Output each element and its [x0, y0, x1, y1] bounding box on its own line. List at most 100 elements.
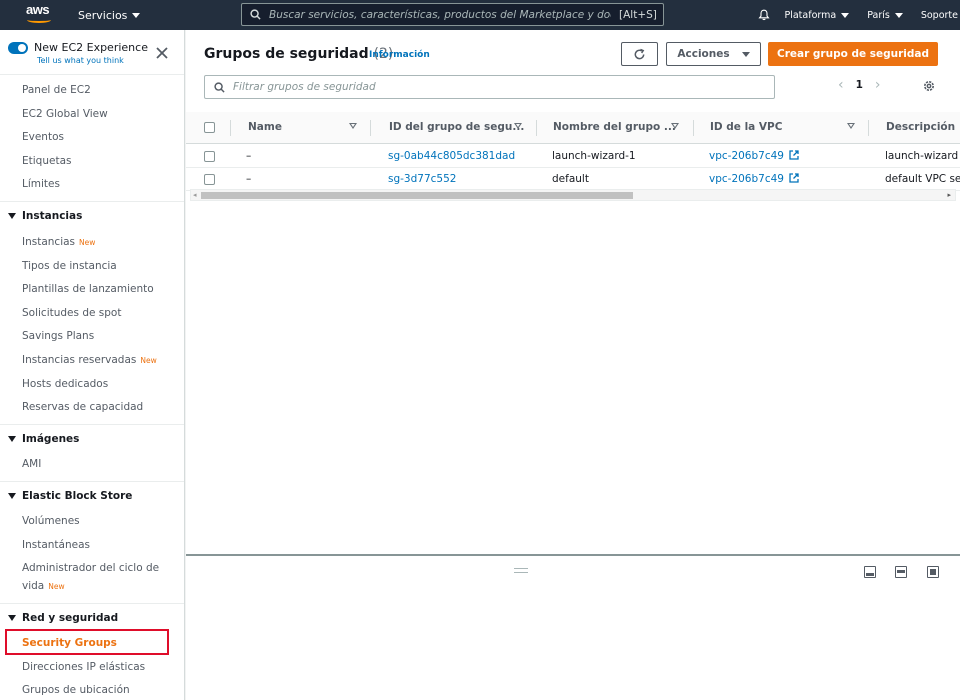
close-icon[interactable]: [155, 46, 169, 60]
cell-vpc-id-link[interactable]: vpc-206b7c49: [709, 173, 799, 185]
services-menu[interactable]: Servicios: [78, 0, 141, 30]
sidebar-item-instantaneas[interactable]: Instantáneas: [22, 538, 90, 552]
sidebar-item-label-line2: vida: [22, 580, 45, 592]
divider: [0, 424, 184, 425]
row-checkbox[interactable]: [204, 174, 215, 185]
sidebar-item-eventos[interactable]: Eventos: [22, 130, 64, 144]
divider: [0, 481, 184, 482]
sidebar-item-ami[interactable]: AMI: [22, 457, 41, 471]
sidebar-item-reservas-capacidad[interactable]: Reservas de capacidad: [22, 400, 143, 414]
gear-icon[interactable]: [922, 79, 936, 93]
refresh-icon: [634, 48, 645, 59]
sort-icon[interactable]: [349, 123, 357, 129]
table-header: Name ID del grupo de segu... Nombre del …: [186, 112, 960, 144]
region-menu[interactable]: Plataforma: [758, 9, 850, 21]
page-title-text: Grupos de seguridad: [204, 46, 369, 62]
global-search-input[interactable]: Buscar servicios, características, produ…: [241, 3, 664, 26]
sidebar-item-plantillas[interactable]: Plantillas de lanzamiento: [22, 282, 154, 296]
create-security-group-button[interactable]: Crear grupo de seguridad: [768, 42, 938, 66]
scrollbar-thumb[interactable]: [201, 192, 633, 199]
sidebar-item-limites[interactable]: Límites: [22, 177, 60, 191]
sidebar-item-savings-plans[interactable]: Savings Plans: [22, 329, 94, 343]
table-row[interactable]: – sg-0ab44c805dc381dad launch-wizard-1 v…: [186, 145, 960, 168]
sidebar-item-panel-ec2[interactable]: Panel de EC2: [22, 83, 91, 97]
sidebar-item-reservadas[interactable]: Instancias reservadas New: [22, 353, 157, 368]
refresh-button[interactable]: [621, 42, 658, 66]
scroll-right-arrow-icon[interactable]: ▸: [947, 191, 951, 199]
column-header-group-name[interactable]: Nombre del grupo ...: [553, 121, 676, 133]
aws-logo[interactable]: aws: [26, 3, 56, 27]
row-checkbox[interactable]: [204, 151, 215, 162]
sidebar-item-hosts[interactable]: Hosts dedicados: [22, 377, 108, 391]
chevron-right-icon[interactable]: ›: [875, 78, 881, 92]
sidebar-item-ip-elasticas[interactable]: Direcciones IP elásticas: [22, 660, 145, 674]
external-link-icon: [789, 173, 799, 183]
sidebar: New EC2 Experience Tell us what you thin…: [0, 30, 185, 700]
nav-right-group: Plataforma París Soporte: [740, 0, 960, 30]
section-title: Red y seguridad: [22, 612, 119, 624]
sidebar-item-volumenes[interactable]: Volúmenes: [22, 514, 80, 528]
security-groups-panel: Grupos de seguridad (2) Información Acci…: [186, 30, 960, 554]
sidebar-section-red-seguridad[interactable]: Red y seguridad: [8, 612, 118, 624]
filter-placeholder: Filtrar grupos de seguridad: [233, 81, 376, 93]
sidebar-section-ebs[interactable]: Elastic Block Store: [8, 490, 132, 502]
chevron-left-icon[interactable]: ‹: [838, 78, 844, 92]
cell-description: default VPC se: [885, 173, 960, 185]
cell-group-name: launch-wizard-1: [552, 150, 636, 162]
bell-icon[interactable]: [758, 9, 771, 21]
column-header-description[interactable]: Descripción: [886, 121, 955, 133]
filter-input[interactable]: Filtrar grupos de seguridad: [204, 75, 775, 99]
sidebar-section-imagenes[interactable]: Imágenes: [8, 433, 79, 445]
collapse-triangle-icon: [8, 493, 16, 499]
section-title: Instancias: [22, 210, 83, 222]
sidebar-item-ciclo-vida[interactable]: Administrador del ciclo de vida New: [22, 561, 159, 597]
new-experience-toggle[interactable]: [8, 42, 28, 54]
support-menu[interactable]: Soporte: [921, 10, 958, 21]
column-divider: [370, 120, 371, 136]
collapse-triangle-icon: [8, 615, 16, 621]
caret-down-icon: [841, 12, 850, 18]
location-label: París: [867, 9, 890, 21]
caret-down-icon: [132, 12, 141, 18]
cell-vpc-id-link[interactable]: vpc-206b7c49: [709, 150, 799, 162]
sort-icon[interactable]: [671, 123, 679, 129]
actions-dropdown[interactable]: Acciones: [666, 42, 761, 66]
column-header-vpc-id[interactable]: ID de la VPC: [710, 121, 782, 133]
drag-handle-icon[interactable]: [514, 568, 528, 573]
page-title: Grupos de seguridad (2): [204, 46, 393, 62]
sidebar-item-label: Instancias: [22, 236, 76, 248]
page-number[interactable]: 1: [856, 79, 863, 91]
column-header-name[interactable]: Name: [248, 121, 282, 133]
column-header-group-id[interactable]: ID del grupo de segu...: [389, 121, 524, 133]
services-label: Servicios: [78, 8, 128, 22]
select-all-checkbox[interactable]: [204, 122, 215, 133]
sidebar-item-tipos-instancia[interactable]: Tipos de instancia: [22, 259, 117, 273]
vpc-id-text: vpc-206b7c49: [709, 150, 784, 162]
sidebar-item-instancias[interactable]: Instancias New: [22, 235, 95, 250]
split-full-icon[interactable]: [927, 566, 939, 578]
cell-name: –: [246, 173, 252, 185]
sort-icon[interactable]: [847, 123, 855, 129]
pagination: ‹ 1 ›: [838, 78, 881, 92]
highlight-annotation-box: [5, 629, 169, 655]
split-bottom-icon[interactable]: [864, 566, 876, 578]
sidebar-item-spot[interactable]: Solicitudes de spot: [22, 306, 121, 320]
cell-group-id-link[interactable]: sg-0ab44c805dc381dad: [388, 150, 515, 162]
aws-smile-icon: [27, 17, 51, 23]
table-row[interactable]: – sg-3d77c552 default vpc-206b7c49 defau…: [186, 168, 960, 191]
collapse-triangle-icon: [8, 436, 16, 442]
sidebar-item-grupos-ubicacion[interactable]: Grupos de ubicación: [22, 683, 130, 697]
sidebar-section-instancias[interactable]: Instancias: [8, 210, 82, 222]
split-side-icon[interactable]: [895, 566, 907, 578]
horizontal-scrollbar[interactable]: ◂ ▸: [190, 189, 956, 201]
column-divider: [693, 120, 694, 136]
column-divider: [536, 120, 537, 136]
feedback-link[interactable]: Tell us what you think: [37, 56, 124, 65]
sort-icon[interactable]: [514, 123, 522, 129]
scroll-left-arrow-icon[interactable]: ◂: [193, 191, 197, 199]
info-link[interactable]: Información: [369, 50, 430, 60]
location-menu[interactable]: París: [867, 10, 903, 21]
sidebar-item-global-view[interactable]: EC2 Global View: [22, 107, 108, 121]
sidebar-item-etiquetas[interactable]: Etiquetas: [22, 154, 71, 168]
cell-group-id-link[interactable]: sg-3d77c552: [388, 173, 456, 185]
